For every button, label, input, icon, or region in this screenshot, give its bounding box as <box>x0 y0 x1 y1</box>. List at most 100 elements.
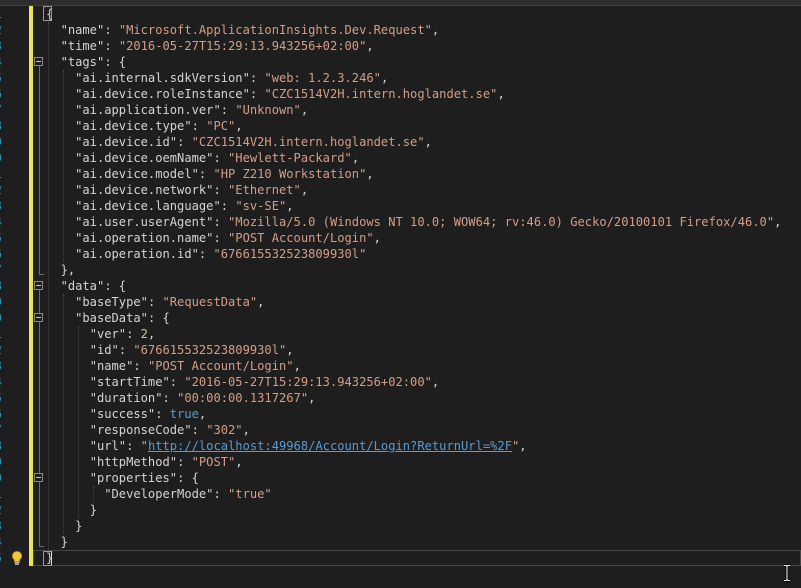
code-line[interactable]: 0 "properties": { <box>0 470 801 486</box>
collapse-icon[interactable] <box>34 281 43 290</box>
code-line[interactable]: 4 } <box>0 534 801 550</box>
code-line[interactable]: 7 "ai.application.ver": "Unknown", <box>0 102 801 118</box>
json-punctuation: , <box>198 407 207 421</box>
json-punctuation: , <box>431 375 440 389</box>
collapse-icon[interactable] <box>34 313 43 322</box>
line-number: 6 <box>0 246 2 262</box>
code-line[interactable]: 9 "ai.device.id": "CZC1514V2H.intern.hog… <box>0 134 801 150</box>
url-link[interactable]: http://localhost:49968/Account/Login?Ret… <box>148 439 512 453</box>
json-string-value: "00:00:00.1317267" <box>177 391 309 405</box>
line-number: 8 <box>0 278 2 294</box>
json-key: "ai.device.model" <box>75 167 199 181</box>
collapse-icon[interactable] <box>34 57 43 66</box>
json-punctuation: : { <box>104 55 127 69</box>
code-editor[interactable]: 1{2 "name": "Microsoft.ApplicationInsigh… <box>0 0 801 588</box>
json-key: "ai.operation.id" <box>75 247 199 261</box>
code-line[interactable]: 8 "url": "http://localhost:49968/Account… <box>0 438 801 454</box>
json-punctuation: : <box>118 343 134 357</box>
json-punctuation: : <box>213 183 229 197</box>
code-line[interactable]: 5 "ai.operation.name": "POST Account/Log… <box>0 230 801 246</box>
line-number: 2 <box>0 22 2 38</box>
lightbulb-icon[interactable] <box>9 550 25 566</box>
code-line[interactable]: 2 } <box>0 502 801 518</box>
json-punctuation: : <box>191 119 207 133</box>
json-key: "responseCode" <box>89 423 192 437</box>
code-line[interactable]: 9 "baseType": "RequestData", <box>0 294 801 310</box>
line-number: 4 <box>0 374 2 390</box>
json-punctuation: : <box>249 87 265 101</box>
code-line[interactable]: 6 "ai.device.roleInstance": "CZC1514V2H.… <box>0 86 801 102</box>
json-key: "data" <box>60 279 105 293</box>
json-punctuation: : <box>169 375 185 389</box>
code-line[interactable]: 7 }, <box>0 262 801 278</box>
code-line[interactable]: 1{ <box>0 6 801 22</box>
json-string-value: "CZC1514V2H.intern.hoglandet.se" <box>191 135 425 149</box>
code-line[interactable]: 3 "ai.device.language": "sv-SE", <box>0 198 801 214</box>
code-line[interactable]: 5 "duration": "00:00:00.1317267", <box>0 390 801 406</box>
line-number: 3 <box>0 358 2 374</box>
json-key: "success" <box>89 407 156 421</box>
json-string-value: "sv-SE" <box>235 199 287 213</box>
code-line[interactable]: 3 } <box>0 518 801 534</box>
json-key: "ai.device.oemName" <box>75 151 214 165</box>
line-number: 9 <box>0 294 2 310</box>
code-line[interactable]: 6 "success": true, <box>0 406 801 422</box>
code-line[interactable]: 1 "ver": 2, <box>0 326 801 342</box>
code-line[interactable]: 4 "tags": { <box>0 54 801 70</box>
json-punctuation: , <box>235 455 243 469</box>
collapse-icon[interactable] <box>34 473 43 482</box>
code-text-area[interactable]: 1{2 "name": "Microsoft.ApplicationInsigh… <box>0 6 801 566</box>
json-punctuation: : <box>177 135 192 149</box>
json-punctuation: : <box>104 23 119 37</box>
json-punctuation: } <box>75 519 83 533</box>
line-number: 5 <box>0 70 2 86</box>
line-number: 1 <box>0 326 2 342</box>
line-number: 7 <box>0 262 2 278</box>
line-number-gutter <box>0 6 30 588</box>
json-punctuation: }, <box>60 263 76 277</box>
code-line[interactable]: 8 "data": { <box>0 278 801 294</box>
json-key: "startTime" <box>89 375 170 389</box>
ibeam-cursor-icon <box>784 564 790 582</box>
code-line[interactable]: 4 "startTime": "2016-05-27T15:29:13.9432… <box>0 374 801 390</box>
line-number: 9 <box>0 134 2 150</box>
code-line[interactable]: 9 "httpMethod": "POST", <box>0 454 801 470</box>
code-line[interactable]: 2 "id": "676615532523809930l", <box>0 342 801 358</box>
json-key: "ai.operation.name" <box>75 231 214 245</box>
json-punctuation: , <box>286 343 294 357</box>
json-punctuation: , <box>286 199 294 213</box>
json-punctuation: : <box>213 231 229 245</box>
json-string-value: "POST Account/Login" <box>228 231 374 245</box>
code-line[interactable]: 0 "ai.device.oemName": "Hewlett-Packard"… <box>0 150 801 166</box>
code-line[interactable]: 8 "ai.device.type": "PC", <box>0 118 801 134</box>
json-punctuation: : <box>198 167 214 181</box>
line-number: 2 <box>0 502 2 518</box>
code-line[interactable]: 3 "name": "POST Account/Login", <box>0 358 801 374</box>
code-line[interactable]: 5 "ai.internal.sdkVersion": "web: 1.2.3.… <box>0 70 801 86</box>
code-line[interactable]: 6 "ai.operation.id": "676615532523809930… <box>0 246 801 262</box>
code-line[interactable]: 1 "DeveloperMode": "true" <box>0 486 801 502</box>
code-line[interactable]: 3 "time": "2016-05-27T15:29:13.943256+02… <box>0 38 801 54</box>
json-punctuation: , <box>373 231 381 245</box>
json-punctuation: , <box>366 39 374 53</box>
line-number: 1 <box>0 486 2 502</box>
code-line[interactable]: 1 "ai.device.model": "HP Z210 Workstatio… <box>0 166 801 182</box>
code-line[interactable]: 2 "name": "Microsoft.ApplicationInsights… <box>0 22 801 38</box>
code-line[interactable]: 4 "ai.user.userAgent": "Mozilla/5.0 (Win… <box>0 214 801 230</box>
json-key: "url" <box>89 439 127 453</box>
line-number: 4 <box>0 534 2 550</box>
json-string-value: "web: 1.2.3.246" <box>264 71 381 85</box>
code-line[interactable]: 0 "baseData": { <box>0 310 801 326</box>
code-line[interactable]: 5} <box>0 550 801 566</box>
json-key: "properties" <box>89 471 178 485</box>
code-line[interactable]: 7 "responseCode": "302", <box>0 422 801 438</box>
code-line[interactable]: 2 "ai.device.network": "Ethernet", <box>0 182 801 198</box>
